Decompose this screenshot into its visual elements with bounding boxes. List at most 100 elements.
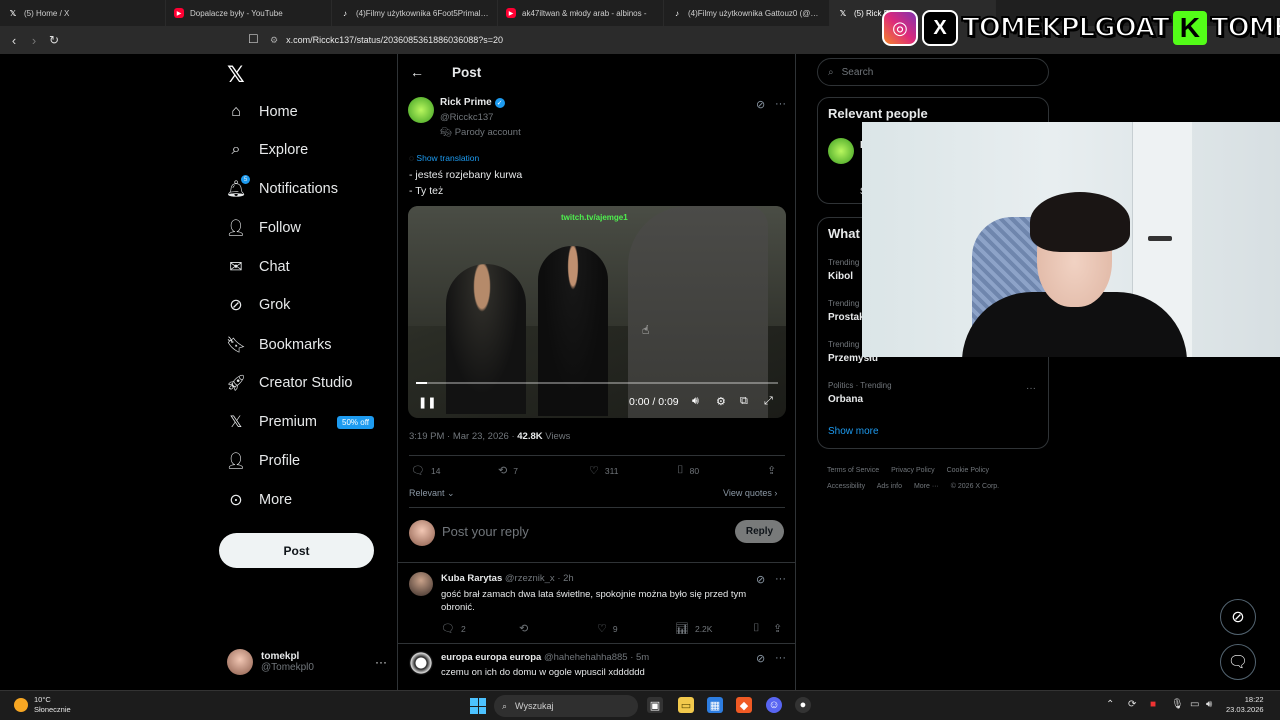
bookmark-button[interactable]: ⌷ [753,622,760,635]
volume-icon[interactable]: 🔊︎ [692,395,699,408]
author-avatar[interactable] [408,97,434,123]
video-player[interactable]: twitch.tv/ajemge1 ❚❚ 0:00 / 0:09 🔊︎ ⚙ ⧉ … [408,206,786,418]
footer-link[interactable]: Privacy Policy [891,467,935,474]
show-translation-link[interactable]: ◌ Show translation [409,153,479,163]
settings-gear-icon[interactable]: ⚙ [716,395,726,408]
sidebar-item-follow[interactable]: 👤︎ Follow [219,209,301,247]
x-logo-icon[interactable]: 𝕏 [227,62,245,88]
more-dots-icon[interactable]: ··· [775,573,786,585]
repost-button[interactable]: ⟲ [519,622,528,635]
display-icon[interactable]: ▭ [1190,699,1199,710]
reply-submit-button[interactable]: Reply [735,520,784,543]
grok-fab-icon[interactable]: ⊘ [1220,599,1256,635]
browser-tab[interactable]: 𝕏 (5) Home / X [0,0,166,26]
sidebar-item-creator-studio[interactable]: 🚀︎ Creator Studio [219,364,353,402]
grok-icon[interactable]: ⊘ [756,98,765,111]
reload-icon[interactable]: ↻ [44,33,64,47]
trend-item[interactable]: Trending Kibol [828,258,859,282]
store-icon[interactable]: ▦ [707,697,723,713]
fullscreen-icon[interactable]: ⤢ [764,395,773,408]
chat-fab-icon[interactable]: 🗨︎ [1220,644,1256,680]
grok-icon[interactable]: ⊘ [756,573,765,586]
reply-button[interactable]: 🗨︎ 2 [441,622,466,635]
sidebar-item-home[interactable]: ⌂ Home [219,93,298,131]
back-arrow-icon[interactable]: ‹ [4,33,24,48]
taskbar-search[interactable]: ⌕ Wyszukaj [494,695,638,717]
video-time: 0:00 / 0:09 [629,396,679,408]
discord-icon[interactable]: ☺ [766,697,782,713]
author-name[interactable]: Rick Prime ✓ [440,97,505,108]
footer-link[interactable]: Accessibility [827,483,865,490]
reply-item[interactable]: Kuba Rarytas @rzeznik_x · 2h ⊘ ··· gość … [398,564,796,644]
trend-item[interactable]: Trending Prostak [828,299,865,323]
sidebar-item-profile[interactable]: 👤︎ Profile [219,442,300,480]
trend-item[interactable]: Politics · Trending Orbana [828,381,892,405]
like-button[interactable]: ♡ 9 [597,622,618,635]
forward-arrow-icon[interactable]: › [24,33,44,48]
avatar[interactable] [828,138,854,164]
video-progress-bar[interactable] [416,382,778,384]
view-quotes-link[interactable]: View quotes › [723,488,777,498]
speaker-icon[interactable]: 🔊︎ [1206,699,1212,710]
picture-in-picture-icon[interactable]: ⧉ [740,395,748,408]
sidebar-item-premium[interactable]: 𝕏 Premium 50% off [219,403,374,441]
footer-link[interactable]: More ··· [914,483,939,490]
chevron-up-icon[interactable]: ⌃ [1106,699,1114,710]
windows-start-icon[interactable] [470,698,486,714]
pause-icon[interactable]: ❚❚ [418,396,436,409]
weather-widget[interactable]: 10°C Słonecznie [14,695,71,715]
more-dots-icon[interactable]: ··· [775,98,786,110]
footer-link[interactable]: Ads info [877,483,902,490]
browser-tab[interactable]: ♪ (4)Filmy użytkownika Gattouz0 (@ga... [664,0,830,26]
banner-kick-name: TOMEKPL [1210,12,1280,44]
taskbar-clock[interactable]: 18:22 23.03.2026 [1226,695,1264,715]
sidebar-item-chat[interactable]: ✉ Chat [219,248,289,286]
url-field[interactable]: ⚙ x.com/Ricckc137/status/203608536188603… [270,30,870,50]
copyright-text: © 2026 X Corp. [950,483,1000,490]
footer-link[interactable]: Cookie Policy [947,467,989,474]
repost-button[interactable]: ⟲ 7 [498,464,518,477]
brave-browser-icon[interactable]: ◆ [736,697,752,713]
tray-app-icon[interactable]: ⟳ [1128,699,1136,710]
author-handle[interactable]: @Ricckc137 [440,112,493,123]
reply-input[interactable]: Post your reply [442,524,529,539]
footer-link[interactable]: Terms of Service [827,467,879,474]
share-button[interactable]: ⇪ [773,622,782,635]
share-button[interactable]: ⇪ [767,464,776,477]
app-icon[interactable]: ● [795,697,811,713]
file-explorer-icon[interactable]: ▭ [678,697,694,713]
more-dots-icon[interactable]: ··· [1026,383,1036,394]
back-arrow-icon[interactable]: ← [410,64,424,80]
sort-replies-dropdown[interactable]: Relevant ⌄ [409,488,455,499]
reply-item[interactable]: europa europa europa @hahehehahha885 · 5… [398,644,796,694]
more-dots-icon[interactable]: ··· [375,655,387,669]
task-view-icon[interactable]: ▣ [647,697,663,713]
browser-tab[interactable]: ▶ Dopalacze były - YouTube [166,0,332,26]
tiktok-icon: ♪ [343,8,347,18]
reply-button[interactable]: 🗨︎ 14 [411,464,440,477]
more-dots-icon[interactable]: ··· [775,652,786,664]
tray-app-icon[interactable]: ■ [1150,699,1156,710]
bookmark-button[interactable]: ⌷ 80 [677,464,699,477]
sidebar-item-explore[interactable]: ⌕ Explore [219,131,309,169]
post-button[interactable]: Post [219,533,374,568]
sidebar-item-notifications[interactable]: 🔔︎ 5 Notifications [219,170,338,208]
show-more-link[interactable]: Show more [828,426,879,437]
grok-icon[interactable]: ⊘ [756,652,765,665]
site-info-icon[interactable]: ⚙ [270,35,278,46]
account-switcher[interactable]: tomekpl @Tomekpl0 ··· [227,644,387,680]
views-button[interactable]: 📊︎ 2.2K [675,622,712,635]
browser-tab[interactable]: ♪ (4)Filmy użytkownika 6Foot5PrimalR... [332,0,498,26]
windows-taskbar: 10°C Słonecznie ⌕ Wyszukaj ▣ ▭ ▦ ◆ ☺ ● ⌃ ⟳… [0,690,1280,720]
divider [409,455,785,456]
bookmark-page-icon[interactable]: ☐ [248,32,259,46]
sidebar-item-bookmarks[interactable]: 🔖︎ Bookmarks [219,326,332,364]
sun-icon [14,698,28,712]
browser-tab[interactable]: ▶ ak47iltwan & młody arab - albinos - [498,0,664,26]
bookmark-icon: ⌷ [753,622,760,634]
sidebar-item-grok[interactable]: ⊘ Grok [219,286,290,324]
like-button[interactable]: ♡ 311 [589,464,618,477]
sidebar-item-more[interactable]: ⊙ More [219,481,292,519]
microphone-icon[interactable]: 🎙︎ [1171,699,1184,710]
search-input[interactable]: ⌕ Search [817,58,1049,86]
